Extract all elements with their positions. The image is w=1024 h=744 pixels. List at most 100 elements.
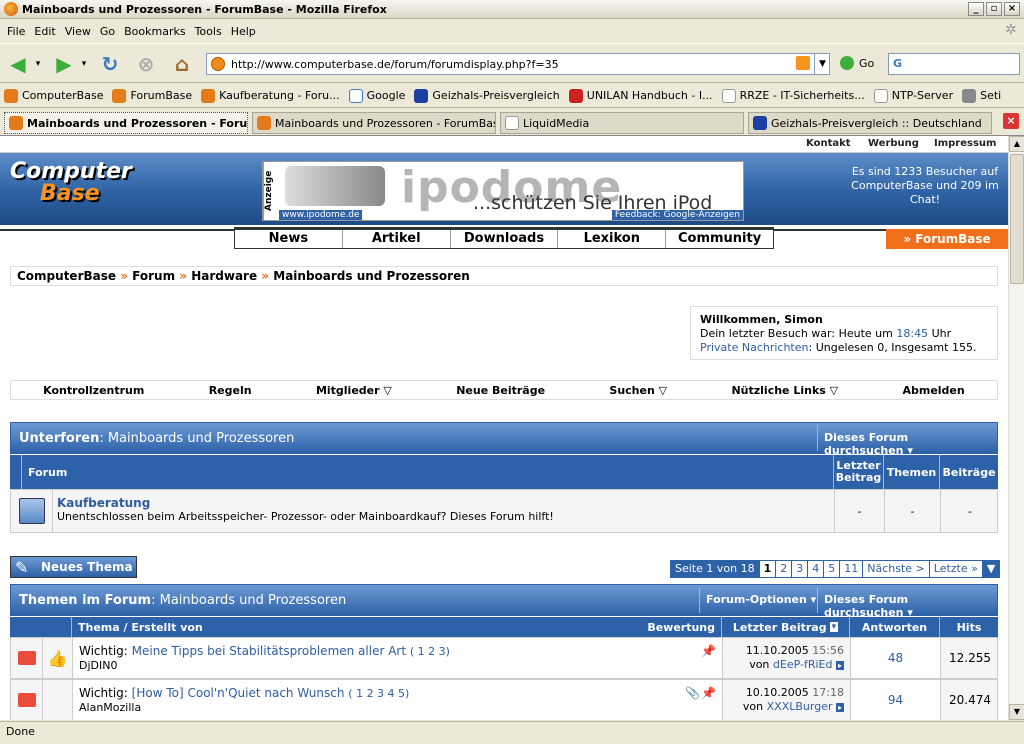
close-button[interactable]: ×	[1004, 2, 1020, 16]
forumbase-tab[interactable]: » ForumBase	[886, 229, 1008, 249]
nav-artikel[interactable]: Artikel	[343, 230, 451, 248]
nav-abmelden[interactable]: Abmelden	[902, 384, 964, 397]
thread-status-icon	[17, 651, 36, 665]
private-messages-link[interactable]: Private Nachrichten	[700, 341, 809, 354]
stop-icon[interactable]: ⊗	[134, 52, 158, 76]
link-impressum[interactable]: Impressum	[934, 138, 996, 149]
nav-news[interactable]: News	[235, 230, 343, 248]
crumb-hardware[interactable]: Hardware	[191, 269, 257, 283]
page-11[interactable]: 11	[840, 561, 864, 577]
link-kontakt[interactable]: Kontakt	[806, 138, 851, 149]
last-page-link[interactable]: Letzte »	[930, 561, 983, 577]
subforum-link[interactable]: Kaufberatung	[57, 496, 830, 510]
nav-nuetzliche-links[interactable]: Nützliche Links ▽	[731, 384, 838, 397]
close-tab-icon[interactable]: ×	[1003, 113, 1019, 129]
bookmark-computerbase[interactable]: ComputerBase	[4, 88, 103, 103]
nav-neue-beitraege[interactable]: Neue Beiträge	[456, 384, 545, 397]
menu-bar: File Edit View Go Bookmarks Tools Help ✲	[0, 20, 1024, 42]
url-text[interactable]: http://www.computerbase.de/forum/forumdi…	[231, 58, 559, 71]
home-icon[interactable]: ⌂	[170, 52, 194, 76]
advertisement[interactable]: Anzeige ipodome ...schützen Sie Ihren iP…	[262, 161, 744, 221]
ad-feedback-link[interactable]: Feedback: Google-Anzeigen	[611, 210, 743, 220]
url-dropdown-icon[interactable]: ▼	[814, 53, 830, 75]
reload-icon[interactable]: ↻	[98, 52, 122, 76]
menu-help[interactable]: Help	[231, 25, 256, 38]
tab-favicon-icon	[9, 116, 23, 130]
bookmark-forumbase[interactable]: ForumBase	[112, 88, 192, 103]
menu-edit[interactable]: Edit	[34, 25, 55, 38]
menu-go[interactable]: Go	[100, 25, 115, 38]
rss-feed-icon[interactable]	[796, 56, 810, 70]
bookmark-unilan[interactable]: UNILAN Handbuch - I...	[568, 88, 713, 103]
thread-author[interactable]: DjDIN0	[79, 659, 716, 673]
goto-last-post-icon[interactable]: ▸	[835, 703, 844, 712]
nav-kontrollzentrum[interactable]: Kontrollzentrum	[43, 384, 144, 397]
page-4[interactable]: 4	[808, 561, 825, 577]
last-post-user[interactable]: dEeP-fRiEd	[773, 658, 833, 671]
nav-suchen[interactable]: Suchen ▽	[609, 384, 667, 397]
forward-dropdown-icon[interactable]: ▾	[78, 52, 90, 76]
nav-regeln[interactable]: Regeln	[209, 384, 252, 397]
menu-tools[interactable]: Tools	[195, 25, 222, 38]
menu-bookmarks[interactable]: Bookmarks	[124, 25, 185, 38]
forum-search-button[interactable]: Dieses Forum durchsuchen ▾	[817, 425, 997, 457]
new-topic-button[interactable]: ✎ Neues Thema	[10, 556, 137, 578]
thread-pages[interactable]: ( 1 2 3)	[410, 645, 450, 658]
ad-link[interactable]: www.ipodome.de	[279, 210, 363, 220]
nav-community[interactable]: Community	[666, 230, 773, 248]
thread-pages[interactable]: ( 1 2 3 4 5)	[348, 687, 409, 700]
search-input[interactable]: G	[888, 53, 1020, 75]
crumb-computerbase[interactable]: ComputerBase	[17, 269, 116, 283]
tab-mainboards-active[interactable]: Mainboards und Prozessoren - Foru...	[4, 112, 248, 134]
vertical-scrollbar[interactable]: ▲ ▼	[1008, 136, 1024, 720]
menu-view[interactable]: View	[65, 25, 91, 38]
nav-mitglieder[interactable]: Mitglieder ▽	[316, 384, 392, 397]
pager-dropdown-icon[interactable]: ▼	[982, 561, 1000, 577]
tab-liquidmedia[interactable]: LiquidMedia	[500, 112, 744, 134]
subforums-table-header: Forum Letzter Beitrag Themen Beiträge	[10, 455, 998, 489]
bookmark-google[interactable]: Google	[348, 88, 405, 103]
minimize-button[interactable]: _	[968, 2, 984, 16]
scroll-down-icon[interactable]: ▼	[1009, 704, 1024, 720]
thread-hits: 12.255	[949, 651, 991, 665]
thread-title[interactable]: [How To] Cool'n'Quiet nach Wunsch	[132, 686, 345, 700]
menu-file[interactable]: File	[7, 25, 25, 38]
tab-geizhals[interactable]: Geizhals-Preisvergleich :: Deutschland	[748, 112, 992, 134]
bookmark-geizhals[interactable]: Geizhals-Preisvergleich	[414, 88, 560, 103]
bookmark-seti[interactable]: Seti	[962, 88, 1001, 103]
pencil-icon: ✎	[15, 558, 29, 577]
page-3[interactable]: 3	[792, 561, 809, 577]
crumb-forum[interactable]: Forum	[132, 269, 175, 283]
thread-replies[interactable]: 48	[851, 638, 941, 678]
nav-downloads[interactable]: Downloads	[451, 230, 559, 248]
page-5[interactable]: 5	[824, 561, 841, 577]
page-2[interactable]: 2	[776, 561, 793, 577]
tab-mainboards[interactable]: Mainboards und Prozessoren - ForumBase	[252, 112, 496, 134]
nav-lexikon[interactable]: Lexikon	[558, 230, 667, 248]
bookmark-kaufberatung[interactable]: Kaufberatung - Foru...	[201, 88, 340, 103]
next-page-link[interactable]: Nächste >	[863, 561, 930, 577]
forum-options-button[interactable]: Forum-Optionen ▾	[699, 587, 822, 613]
forward-arrow-icon[interactable]: ▶	[52, 52, 76, 76]
bookmark-rrze[interactable]: RRZE - IT-Sicherheits...	[721, 88, 865, 103]
back-arrow-icon[interactable]: ◀	[6, 52, 30, 76]
thread-author[interactable]: AlanMozilla	[79, 701, 716, 715]
thread-title[interactable]: Meine Tipps bei Stabilitätsproblemen all…	[132, 644, 406, 658]
bookmark-favicon-icon	[112, 88, 127, 103]
go-button[interactable]: Go	[840, 56, 874, 70]
thread-replies[interactable]: 94	[851, 680, 941, 720]
url-bar[interactable]: http://www.computerbase.de/forum/forumdi…	[206, 53, 830, 75]
computerbase-logo[interactable]: Computer Base	[10, 161, 132, 205]
sort-last-post[interactable]: Letzter Beitrag	[733, 621, 827, 634]
maximize-button[interactable]: ▫	[986, 2, 1002, 16]
back-dropdown-icon[interactable]: ▾	[32, 52, 44, 76]
bookmark-ntp[interactable]: NTP-Server	[873, 88, 953, 103]
site-favicon-icon	[211, 57, 225, 71]
link-werbung[interactable]: Werbung	[868, 138, 919, 149]
last-post-user[interactable]: XXXLBurger	[767, 700, 833, 713]
sort-icon[interactable]: ▾	[829, 622, 839, 632]
forum-search-button-2[interactable]: Dieses Forum durchsuchen ▾	[817, 587, 997, 619]
scroll-up-icon[interactable]: ▲	[1009, 136, 1024, 152]
scroll-thumb[interactable]	[1010, 154, 1024, 284]
goto-last-post-icon[interactable]: ▸	[835, 661, 844, 670]
